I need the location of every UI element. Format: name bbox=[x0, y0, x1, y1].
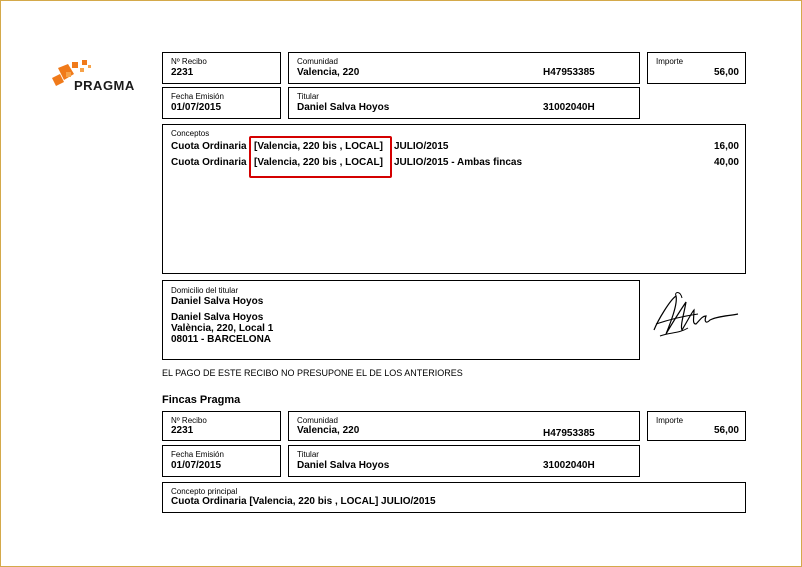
domicilio-addr-line2: 08011 - BARCELONA bbox=[171, 334, 272, 345]
pragma-logo-text: PRAGMA bbox=[74, 78, 135, 93]
concepto-prefix: Cuota Ordinaria bbox=[171, 141, 247, 152]
concepto-amount: 16,00 bbox=[713, 141, 739, 152]
fecha-box: Fecha Emisión 01/07/2015 bbox=[162, 87, 281, 119]
stub-title: Fincas Pragma bbox=[162, 394, 241, 406]
importe-label: Importe bbox=[656, 57, 684, 66]
n-recibo-value: 2231 bbox=[171, 67, 194, 78]
stub-comunidad-value: Valencia, 220 bbox=[297, 425, 360, 436]
stub-titular-value: Daniel Salva Hoyos bbox=[297, 460, 390, 471]
titular-value: Daniel Salva Hoyos bbox=[297, 102, 390, 113]
domicilio-label: Domicilio del titular bbox=[171, 286, 239, 295]
stub-n-recibo-box: Nº Recibo 2231 bbox=[162, 411, 281, 441]
signature bbox=[653, 292, 739, 337]
stub-n-recibo-label: Nº Recibo bbox=[171, 416, 207, 425]
n-recibo-box: Nº Recibo 2231 bbox=[162, 52, 281, 84]
stub-n-recibo-value: 2231 bbox=[171, 425, 194, 436]
fecha-label: Fecha Emisión bbox=[171, 92, 224, 101]
stub-comunidad-code: H47953385 bbox=[543, 428, 595, 439]
importe-box: Importe 56,00 bbox=[647, 52, 746, 84]
stub-importe-label: Importe bbox=[656, 416, 684, 425]
concepto-prefix: Cuota Ordinaria bbox=[171, 157, 247, 168]
location-highlight bbox=[249, 136, 392, 178]
stub-titular-label: Titular bbox=[297, 450, 319, 459]
titular-code: 31002040H bbox=[543, 102, 595, 113]
notice-text: EL PAGO DE ESTE RECIBO NO PRESUPONE EL D… bbox=[162, 368, 463, 378]
n-recibo-label: Nº Recibo bbox=[171, 57, 207, 66]
domicilio-box: Domicilio del titular Daniel Salva Hoyos… bbox=[162, 280, 640, 360]
concepto-suffix: JULIO/2015 - Ambas fincas bbox=[394, 157, 523, 168]
stub-titular-code: 31002040H bbox=[543, 460, 595, 471]
stub-importe-value: 56,00 bbox=[713, 425, 739, 436]
stub-concepto-value: Cuota Ordinaria [Valencia, 220 bis , LOC… bbox=[171, 496, 436, 507]
comunidad-label: Comunidad bbox=[297, 57, 338, 66]
stub-fecha-label: Fecha Emisión bbox=[171, 450, 224, 459]
stub-concepto-box: Concepto principal Cuota Ordinaria [Vale… bbox=[162, 482, 746, 513]
stub-importe-box: Importe 56,00 bbox=[647, 411, 746, 441]
stub-concepto-label: Concepto principal bbox=[171, 487, 238, 496]
stub-comunidad-label: Comunidad bbox=[297, 416, 338, 425]
stub-fecha-value: 01/07/2015 bbox=[171, 460, 222, 471]
stub-comunidad-box: Comunidad Valencia, 220 H47953385 bbox=[288, 411, 640, 441]
stub-fecha-box: Fecha Emisión 01/07/2015 bbox=[162, 445, 281, 477]
pragma-logo: PRAGMA bbox=[52, 58, 156, 98]
fecha-value: 01/07/2015 bbox=[171, 102, 222, 113]
comunidad-code: H47953385 bbox=[543, 67, 595, 78]
conceptos-label: Conceptos bbox=[171, 129, 210, 138]
titular-box: Titular Daniel Salva Hoyos 31002040H bbox=[288, 87, 640, 119]
domicilio-name: Daniel Salva Hoyos bbox=[171, 296, 264, 307]
stub-titular-box: Titular Daniel Salva Hoyos 31002040H bbox=[288, 445, 640, 477]
comunidad-value: Valencia, 220 bbox=[297, 67, 360, 78]
concepto-suffix: JULIO/2015 bbox=[394, 141, 449, 152]
titular-label: Titular bbox=[297, 92, 319, 101]
importe-value: 56,00 bbox=[713, 67, 739, 78]
comunidad-box: Comunidad Valencia, 220 H47953385 bbox=[288, 52, 640, 84]
concepto-amount: 40,00 bbox=[713, 157, 739, 168]
